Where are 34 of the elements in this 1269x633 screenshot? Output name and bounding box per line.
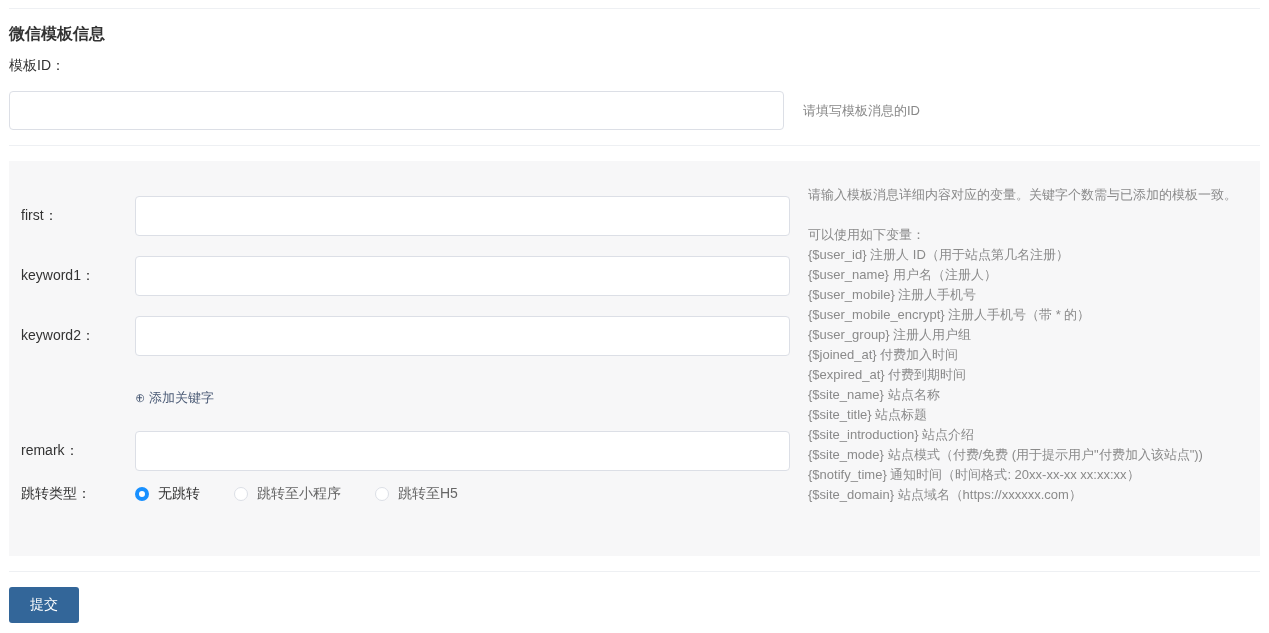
add-keyword-link[interactable]: ⊕ 添加关键字 <box>135 390 214 405</box>
help-text: 可以使用如下变量： <box>808 226 926 244</box>
field-label: keyword2： <box>21 327 96 345</box>
field-label: 跳转类型： <box>21 485 92 503</box>
radio-label[interactable]: 跳转至H5 <box>398 485 458 503</box>
variable-text: {$site_introduction} 站点介绍 <box>808 426 976 444</box>
field-label: 模板ID： <box>9 57 66 75</box>
variable-text: {$joined_at} 付费加入时间 <box>808 346 960 364</box>
radio-button[interactable] <box>135 487 149 501</box>
submit-button[interactable]: 提交 <box>9 587 79 623</box>
hint-text: 请填写模板消息的ID <box>803 101 920 120</box>
field-label: first： <box>21 207 59 225</box>
template-id-field[interactable] <box>9 91 784 130</box>
variable-text: {$site_domain} 站点域名（https://xxxxxx.com） <box>808 486 1083 504</box>
variable-text: {$user_group} 注册人用户组 <box>808 326 973 344</box>
variable-text: {$user_id} 注册人 ID（用于站点第几名注册） <box>808 246 1070 264</box>
input-field[interactable] <box>135 431 790 471</box>
input-field[interactable] <box>135 256 790 296</box>
variable-text: {$notify_time} 通知时间（时间格式: 20xx-xx-xx xx:xx:xx） <box>808 466 1141 484</box>
variable-text: {$site_title} 站点标题 <box>808 406 929 424</box>
radio-label[interactable]: 跳转至小程序 <box>257 485 341 503</box>
variable-text: {$site_name} 站点名称 <box>808 386 941 404</box>
radio-label[interactable]: 无跳转 <box>158 485 200 503</box>
help-text: 请输入模板消息详细内容对应的变量。关键字个数需与已添加的模板一致。 <box>808 186 1237 204</box>
field-label: keyword1： <box>21 267 96 285</box>
input-field[interactable] <box>135 316 790 356</box>
variable-text: {$expired_at} 付费到期时间 <box>808 366 968 384</box>
variable-text: {$user_mobile} 注册人手机号 <box>808 286 978 304</box>
section-title: 微信模板信息 <box>9 24 106 44</box>
variable-text: {$user_name} 用户名（注册人） <box>808 266 998 284</box>
variable-text: {$user_mobile_encrypt} 注册人手机号（带 * 的） <box>808 306 1092 324</box>
variable-text: {$site_mode} 站点模式（付费/免费 (用于提示用户"付费加入该站点")) <box>808 446 1204 464</box>
input-field[interactable] <box>135 196 790 236</box>
field-label: remark： <box>21 442 80 460</box>
